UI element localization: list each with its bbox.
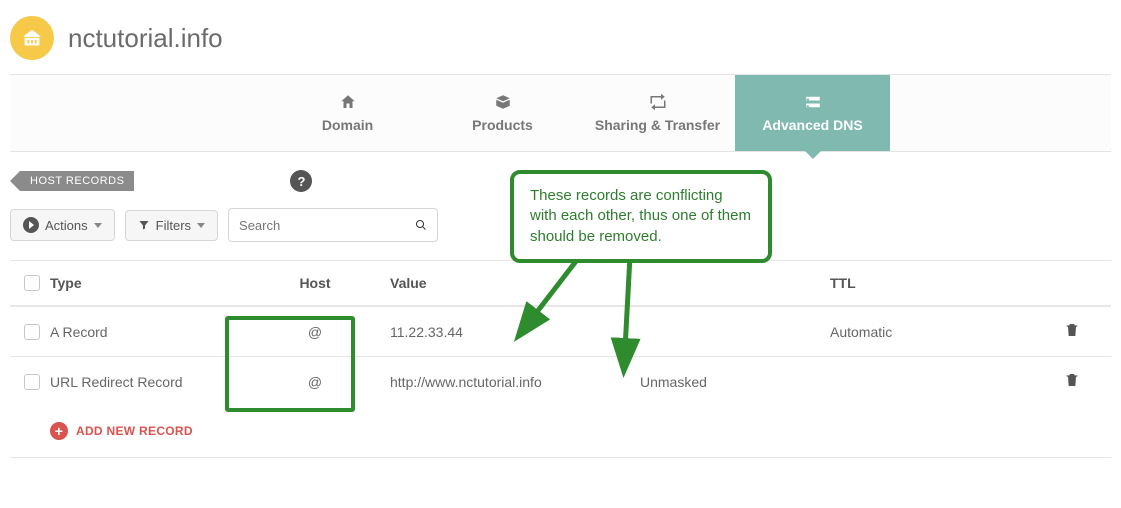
actions-button[interactable]: Actions <box>10 209 115 241</box>
actions-button-label: Actions <box>45 218 88 233</box>
record-value[interactable]: 11.22.33.44 <box>390 324 640 340</box>
share-icon <box>648 93 668 111</box>
filters-button-label: Filters <box>156 218 191 233</box>
record-host[interactable]: @ <box>240 324 390 340</box>
record-value[interactable]: http://www.nctutorial.info <box>390 374 640 390</box>
record-type[interactable]: A Record <box>50 324 240 340</box>
tab-products-label: Products <box>472 117 533 133</box>
record-extra: Unmasked <box>640 374 830 390</box>
domain-name-title: nctutorial.info <box>68 23 223 54</box>
col-host-header: Host <box>240 275 390 291</box>
record-type[interactable]: URL Redirect Record <box>50 374 240 390</box>
trash-icon[interactable] <box>1064 371 1080 389</box>
tab-products[interactable]: Products <box>425 75 580 151</box>
row-checkbox[interactable] <box>24 324 40 340</box>
row-checkbox[interactable] <box>24 374 40 390</box>
home-icon <box>338 93 358 111</box>
add-record-row: + ADD NEW RECORD <box>10 406 1111 458</box>
col-ttl-header: TTL <box>830 275 1030 291</box>
server-icon <box>803 93 823 111</box>
record-ttl[interactable]: Automatic <box>830 324 1030 340</box>
tab-advanced-dns-label: Advanced DNS <box>762 117 862 133</box>
search-field[interactable] <box>228 208 438 242</box>
page-header: nctutorial.info <box>10 10 1111 74</box>
table-header-row: Type Host Value TTL <box>10 260 1111 306</box>
add-record-label: ADD NEW RECORD <box>76 424 193 438</box>
chevron-down-icon <box>197 223 205 228</box>
table-row: URL Redirect Record @ http://www.nctutor… <box>10 356 1111 406</box>
trash-icon[interactable] <box>1064 321 1080 339</box>
filters-button[interactable]: Filters <box>125 210 218 241</box>
tab-domain[interactable]: Domain <box>270 75 425 151</box>
record-host[interactable]: @ <box>240 374 390 390</box>
records-table: Type Host Value TTL A Record @ 11.22.33.… <box>10 260 1111 458</box>
tab-bar: Domain Products Sharing & Transfer Advan… <box>10 74 1111 152</box>
search-icon <box>415 218 427 232</box>
section-badge: HOST RECORDS <box>20 171 134 191</box>
help-icon[interactable]: ? <box>290 170 312 192</box>
toolbar: Actions Filters <box>10 208 1111 260</box>
col-value-header: Value <box>390 275 640 291</box>
add-record-button[interactable]: + ADD NEW RECORD <box>50 422 193 440</box>
select-all-checkbox[interactable] <box>24 275 40 291</box>
tab-advanced-dns[interactable]: Advanced DNS <box>735 75 890 151</box>
search-input[interactable] <box>239 218 415 233</box>
section-chevron-icon <box>10 171 20 191</box>
tab-sharing-label: Sharing & Transfer <box>595 117 720 133</box>
funnel-icon <box>138 219 150 231</box>
table-row: A Record @ 11.22.33.44 Automatic <box>10 306 1111 356</box>
tab-sharing[interactable]: Sharing & Transfer <box>580 75 735 151</box>
chevron-down-icon <box>94 223 102 228</box>
tab-domain-label: Domain <box>322 117 373 133</box>
col-type-header: Type <box>50 275 240 291</box>
box-icon <box>493 93 513 111</box>
site-logo-icon <box>10 16 54 60</box>
play-icon <box>23 217 39 233</box>
plus-icon: + <box>50 422 68 440</box>
